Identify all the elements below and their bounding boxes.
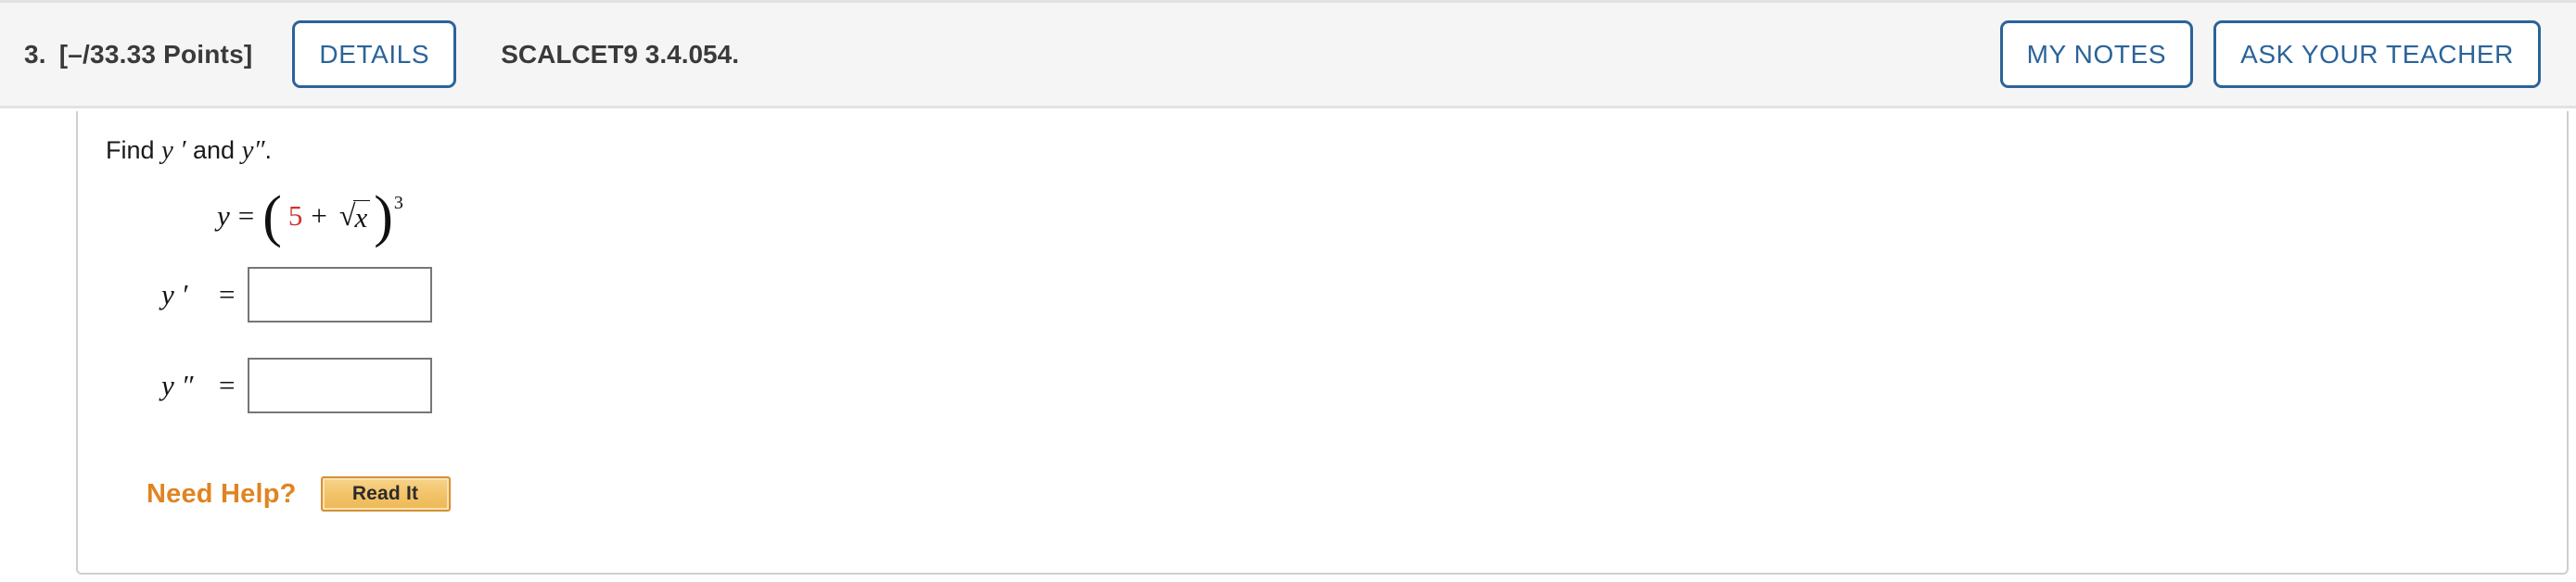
answer-input-y-double-prime[interactable]: [248, 358, 433, 413]
ask-your-teacher-button[interactable]: ASK YOUR TEACHER: [2213, 20, 2541, 88]
equation-row: y = ( 5 + √ x ) 3: [106, 186, 2567, 246]
equation-radicand: x: [353, 200, 371, 232]
answer-equals-y-prime: =: [219, 278, 236, 310]
prompt-variable-y-prime: y: [161, 135, 173, 165]
prompt-prefix: Find: [106, 136, 162, 164]
equation-exponent: 3: [393, 192, 403, 213]
equation-lhs: y: [217, 199, 230, 232]
equation-equals: =: [237, 199, 255, 232]
read-it-button[interactable]: Read It: [320, 476, 451, 512]
prompt-variable-y-double-prime: y: [241, 135, 254, 165]
prompt-period: .: [264, 136, 273, 164]
equation: y = ( 5 + √ x ) 3: [217, 185, 403, 248]
need-help-row: Need Help? Read It: [106, 472, 2567, 516]
question-body-panel: Find y ′ and y″. y = ( 5 + √ x ) 3 y ′ =: [76, 111, 2569, 575]
answer-label-y-prime: y ′: [161, 278, 188, 310]
my-notes-button[interactable]: MY NOTES: [1999, 20, 2194, 88]
equation-coefficient: 5: [287, 199, 303, 232]
details-button[interactable]: DETAILS: [292, 20, 457, 88]
need-help-label: Need Help?: [147, 478, 297, 509]
answer-input-y-prime[interactable]: [248, 267, 433, 323]
problem-prompt: Find y ′ and y″.: [106, 137, 2567, 164]
question-content: Find y ′ and y″. y = ( 5 + √ x ) 3 y ′ =: [78, 111, 2567, 516]
prompt-prime-2: ″: [253, 135, 265, 165]
equation-square-root: √ x: [339, 200, 371, 232]
prompt-mid: and: [185, 136, 242, 164]
textbook-reference: SCALCET9 3.4.054.: [501, 39, 739, 69]
prompt-prime-1: ′: [172, 135, 186, 165]
question-number: 3.: [24, 39, 46, 69]
question-header: 3. [–/33.33 Points] DETAILS SCALCET9 3.4…: [0, 0, 2576, 108]
equation-plus: +: [311, 199, 327, 232]
answer-label-y-double-prime: y ″: [161, 369, 194, 401]
answer-row-y-double-prime: y ″ =: [106, 357, 2567, 414]
points-badge: [–/33.33 Points]: [58, 39, 253, 69]
answer-equals-y-double-prime: =: [219, 369, 236, 401]
answer-row-y-prime: y ′ =: [106, 266, 2567, 323]
